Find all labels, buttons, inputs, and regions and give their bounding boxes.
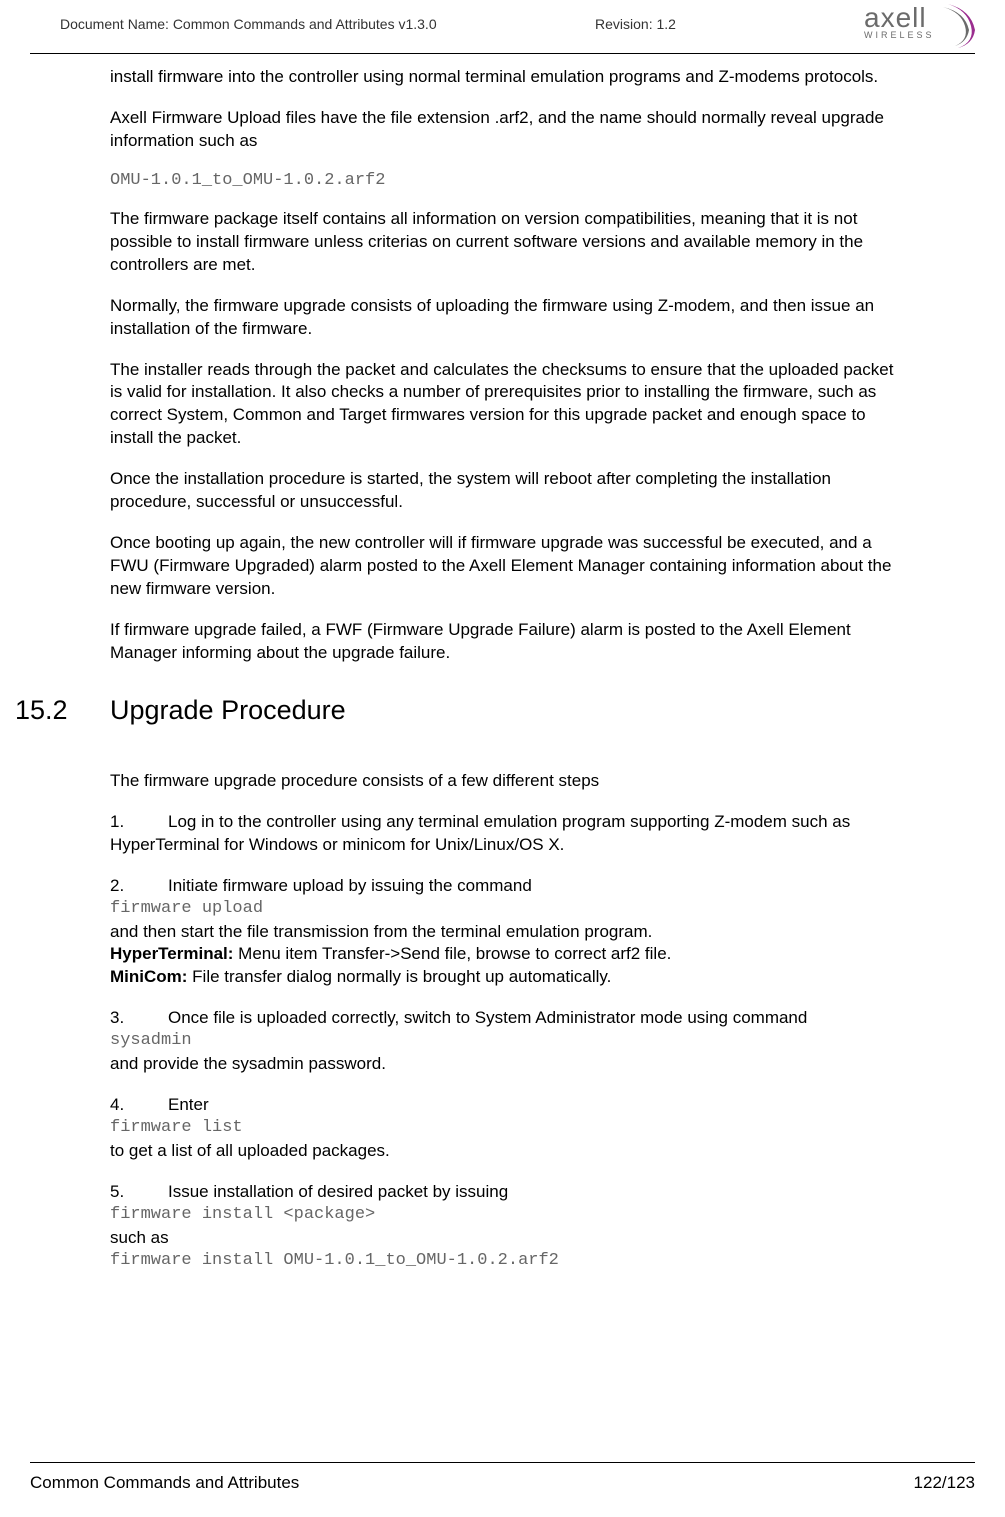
page-footer: Common Commands and Attributes 122/123 bbox=[30, 1462, 975, 1493]
step-text: Menu item Transfer->Send file, browse to… bbox=[233, 944, 671, 963]
step-1: 1.Log in to the controller using any ter… bbox=[110, 811, 905, 857]
step-text: Initiate firmware upload by issuing the … bbox=[168, 876, 532, 895]
section-number: 15.2 bbox=[15, 695, 110, 726]
step-text: File transfer dialog normally is brought… bbox=[187, 967, 611, 986]
step-text: Once file is uploaded correctly, switch … bbox=[168, 1008, 807, 1027]
step-text: such as bbox=[110, 1228, 169, 1247]
step-2: 2.Initiate firmware upload by issuing th… bbox=[110, 875, 905, 990]
paragraph: If firmware upgrade failed, a FWF (Firmw… bbox=[110, 619, 905, 665]
step-label: MiniCom: bbox=[110, 967, 187, 986]
step-5: 5.Issue installation of desired packet b… bbox=[110, 1181, 905, 1273]
step-text: to get a list of all uploaded packages. bbox=[110, 1141, 390, 1160]
paragraph: Once booting up again, the new controlle… bbox=[110, 532, 905, 601]
logo-swoosh-icon bbox=[943, 2, 985, 55]
document-name: Document Name: Common Commands and Attri… bbox=[60, 14, 437, 32]
step-number: 3. bbox=[110, 1007, 168, 1030]
step-number: 4. bbox=[110, 1094, 168, 1117]
code-line: firmware list bbox=[110, 1117, 905, 1140]
code-line: firmware install OMU-1.0.1_to_OMU-1.0.2.… bbox=[110, 1250, 905, 1273]
step-number: 1. bbox=[110, 811, 168, 834]
paragraph: Once the installation procedure is start… bbox=[110, 468, 905, 514]
page-content: install firmware into the controller usi… bbox=[0, 54, 1005, 1273]
step-text: Enter bbox=[168, 1095, 209, 1114]
paragraph: install firmware into the controller usi… bbox=[110, 66, 905, 89]
section-title: Upgrade Procedure bbox=[110, 695, 346, 726]
section-heading: 15.2 Upgrade Procedure bbox=[15, 695, 905, 726]
revision-label: Revision: 1.2 bbox=[595, 16, 676, 32]
paragraph: The firmware package itself contains all… bbox=[110, 208, 905, 277]
logo-text: axell WIRELESS bbox=[864, 2, 937, 40]
code-line: sysadmin bbox=[110, 1030, 905, 1053]
section-intro: The firmware upgrade procedure consists … bbox=[110, 770, 905, 793]
logo-sub: WIRELESS bbox=[864, 30, 935, 40]
paragraph: Normally, the firmware upgrade consists … bbox=[110, 295, 905, 341]
footer-title: Common Commands and Attributes bbox=[30, 1473, 299, 1493]
paragraph: The installer reads through the packet a… bbox=[110, 359, 905, 451]
step-4: 4.Enter firmware list to get a list of a… bbox=[110, 1094, 905, 1163]
step-label: HyperTerminal: bbox=[110, 944, 233, 963]
page-header: Document Name: Common Commands and Attri… bbox=[30, 0, 975, 54]
page-number: 122/123 bbox=[914, 1473, 975, 1493]
step-text: and provide the sysadmin password. bbox=[110, 1054, 386, 1073]
paragraph: Axell Firmware Upload files have the fil… bbox=[110, 107, 905, 153]
step-number: 2. bbox=[110, 875, 168, 898]
logo-main: axell bbox=[864, 2, 927, 33]
code-line: firmware upload bbox=[110, 898, 905, 921]
logo: axell WIRELESS bbox=[864, 2, 985, 55]
code-line: OMU-1.0.1_to_OMU-1.0.2.arf2 bbox=[110, 171, 905, 190]
step-3: 3.Once file is uploaded correctly, switc… bbox=[110, 1007, 905, 1076]
step-text: Log in to the controller using any termi… bbox=[110, 812, 850, 854]
code-line: firmware install <package> bbox=[110, 1204, 905, 1227]
step-number: 5. bbox=[110, 1181, 168, 1204]
step-text: Issue installation of desired packet by … bbox=[168, 1182, 508, 1201]
step-text: and then start the file transmission fro… bbox=[110, 922, 652, 941]
